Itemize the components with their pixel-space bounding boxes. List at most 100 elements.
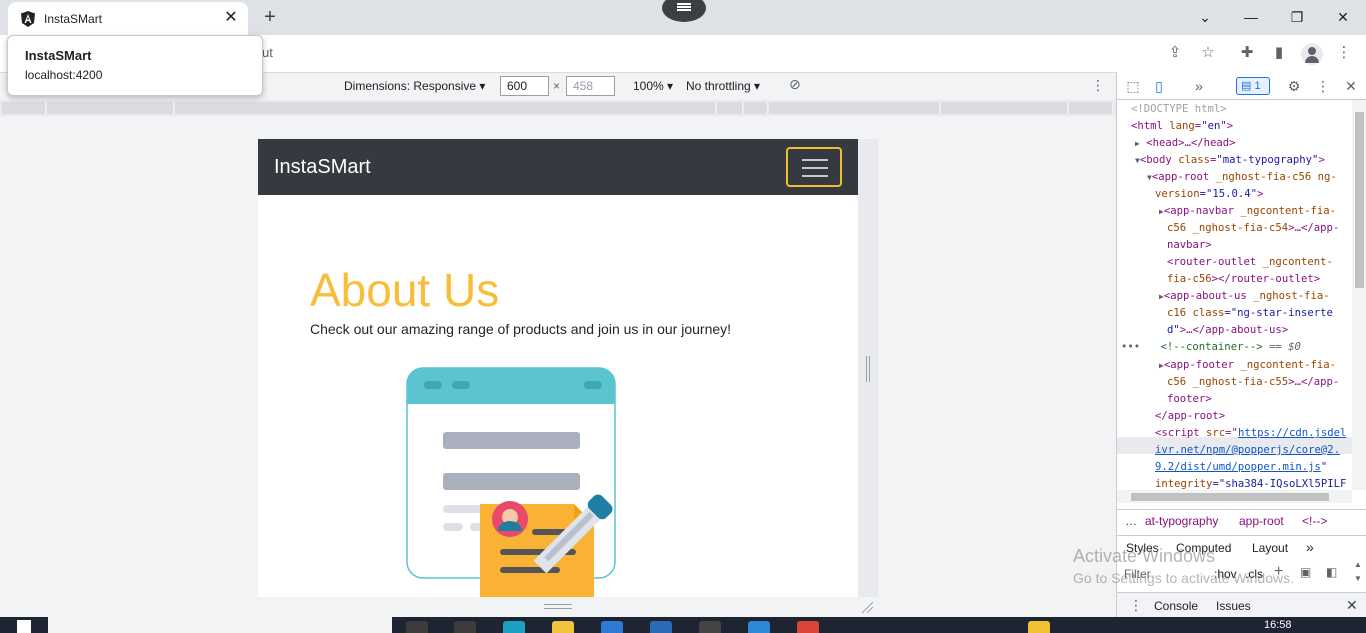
dom-doctype[interactable]: <!DOCTYPE html>: [1131, 101, 1227, 118]
angular-icon: [21, 11, 35, 27]
windows-start-icon[interactable]: [17, 620, 31, 633]
dom-app-root[interactable]: ▼<app-root _nghost-fia-c56 ng-: [1147, 169, 1337, 187]
profile-avatar[interactable]: [1301, 43, 1323, 65]
tab-layout[interactable]: Layout: [1252, 541, 1288, 555]
dom-script-link-end[interactable]: 9.2/dist/umd/popper.min.js": [1155, 459, 1327, 476]
dom-head[interactable]: ▶ <head>…</head>: [1135, 135, 1236, 153]
zoom-dropdown[interactable]: 100% ▾: [633, 79, 673, 93]
widgets-icon[interactable]: [454, 621, 476, 633]
rotate-icon[interactable]: ⊘: [789, 76, 801, 93]
dom-app-about-us[interactable]: ▶<app-about-us _nghost-fia-: [1159, 288, 1330, 306]
tab-close-icon[interactable]: ✕: [222, 9, 240, 27]
restore-icon[interactable]: ❐: [1286, 6, 1308, 28]
close-window-icon[interactable]: ✕: [1332, 6, 1354, 28]
new-tab-button[interactable]: +: [259, 6, 281, 28]
dom-script[interactable]: <script src="https://cdn.jsdel: [1155, 425, 1346, 442]
drawer-tab-issues[interactable]: Issues: [1216, 599, 1251, 613]
resize-corner-icon[interactable]: [860, 600, 874, 614]
dom-script-link[interactable]: ivr.net/npm/@popperjs/core@2.: [1155, 442, 1340, 459]
weather-icon[interactable]: [1028, 621, 1050, 633]
share-icon[interactable]: ⇪: [1165, 43, 1185, 63]
browser-tab[interactable]: InstaSMart ✕: [8, 2, 248, 35]
dom-body[interactable]: ▼<body class="mat-typography">: [1135, 152, 1325, 170]
devtools-panel: ⬚ ▯ » ▤ 1 ⚙ ⋮ ✕ <!DOCTYPE html> <html la…: [1116, 72, 1366, 617]
about-description: Check out our amazing range of products …: [310, 321, 732, 337]
menu-grip-icon[interactable]: [662, 0, 706, 22]
row-ellipsis-icon: •••: [1121, 341, 1141, 353]
hover-card-url: localhost:4200: [25, 68, 103, 82]
issues-badge[interactable]: ▤ 1: [1236, 77, 1270, 95]
element-state-icon[interactable]: ▣: [1300, 565, 1311, 579]
dom-app-root-close[interactable]: </app-root>: [1155, 408, 1225, 425]
sidebar-toggle-icon[interactable]: ◧: [1326, 565, 1337, 579]
drawer-menu-icon[interactable]: ⋮: [1129, 597, 1143, 614]
resize-handle-right[interactable]: [866, 356, 870, 382]
drawer-close-icon[interactable]: ✕: [1346, 597, 1358, 614]
omnibox[interactable]: ut: [262, 45, 273, 60]
drawer-tab-console[interactable]: Console: [1154, 599, 1198, 613]
resize-handle-bottom[interactable]: [544, 604, 572, 609]
issues-count: 1: [1254, 80, 1261, 92]
media-query-ruler[interactable]: [0, 100, 1116, 116]
breadcrumb-body[interactable]: at-typography: [1145, 514, 1218, 528]
dom-app-about-us-close: d">…</app-about-us>: [1167, 324, 1289, 336]
navbar-brand[interactable]: InstaSMart: [274, 156, 371, 179]
inspect-element-icon[interactable]: ⬚: [1124, 77, 1142, 95]
file-explorer-icon[interactable]: [552, 621, 574, 633]
dom-app-root-cont: version="15.0.4">: [1155, 188, 1264, 200]
devtools-close-icon[interactable]: ✕: [1342, 77, 1360, 95]
scroll-up-icon[interactable]: ▲: [1354, 560, 1362, 569]
width-input[interactable]: 600: [500, 76, 549, 96]
vscode-icon[interactable]: [748, 621, 770, 633]
breadcrumb-app-root[interactable]: app-root: [1239, 514, 1284, 528]
devtools-menu-icon[interactable]: ⋮: [1314, 77, 1332, 95]
dimensions-dropdown[interactable]: Dimensions: Responsive ▾: [344, 79, 485, 93]
store-icon[interactable]: [601, 621, 623, 633]
navbar-toggler-button[interactable]: [786, 147, 842, 187]
scroll-down-icon[interactable]: ▼: [1354, 574, 1362, 583]
extensions-icon[interactable]: ✚: [1237, 43, 1257, 63]
hamburger-line: [802, 159, 828, 161]
tab-search-icon[interactable]: ⌄: [1194, 6, 1216, 28]
browser-menu-icon[interactable]: ⋮: [1334, 43, 1354, 63]
chrome-icon[interactable]: [797, 621, 819, 633]
about-title: About Us: [310, 264, 500, 316]
mail-icon[interactable]: [650, 621, 672, 633]
settings-gear-icon[interactable]: ⚙: [1285, 77, 1303, 95]
taskbar-search-box[interactable]: [48, 617, 392, 633]
activation-watermark-title: Activate Windows: [1073, 546, 1216, 566]
zoom-value: 100%: [633, 79, 664, 93]
minimize-icon[interactable]: —: [1240, 6, 1262, 28]
breadcrumb-overflow[interactable]: …: [1125, 514, 1137, 528]
bookmark-star-icon[interactable]: ☆: [1198, 43, 1218, 63]
device-toolbar-menu-icon[interactable]: ⋮: [1091, 77, 1105, 94]
dom-horizontal-scroll-thumb[interactable]: [1131, 493, 1329, 501]
hamburger-line: [802, 175, 828, 177]
dom-app-navbar[interactable]: ▶<app-navbar _ngcontent-fia-: [1159, 203, 1336, 221]
activation-watermark-text: Go to Settings to activate Windows.: [1073, 570, 1294, 586]
dom-app-navbar-close: navbar>: [1167, 239, 1212, 251]
dom-vertical-scroll-thumb[interactable]: [1355, 112, 1364, 288]
breadcrumb-comment[interactable]: <!-->: [1302, 514, 1327, 528]
device-toggle-icon[interactable]: ▯: [1150, 77, 1168, 95]
dom-app-footer[interactable]: ▶<app-footer _ngcontent-fia-: [1159, 357, 1336, 375]
taskbar-clock[interactable]: 16:58: [1264, 619, 1292, 631]
hamburger-line: [802, 167, 828, 169]
dimensions-label: Dimensions: Responsive: [344, 79, 477, 93]
site-navbar: InstaSMart: [258, 139, 858, 195]
dom-router-outlet[interactable]: <router-outlet _ngcontent-: [1167, 254, 1333, 271]
more-style-tabs-icon[interactable]: »: [1306, 539, 1314, 555]
task-view-icon[interactable]: [406, 621, 428, 633]
side-panel-icon[interactable]: ▮: [1269, 43, 1289, 63]
hover-card-title: InstaSMart: [25, 48, 92, 63]
tab-hover-card: InstaSMart localhost:4200: [7, 35, 263, 96]
dom-selected-comment[interactable]: ••• <!--container--> == $0: [1121, 339, 1301, 356]
elements-dom-tree[interactable]: <!DOCTYPE html> <html lang="en"> ▶ <head…: [1117, 100, 1352, 490]
height-input[interactable]: 458: [566, 76, 615, 96]
terminal-icon[interactable]: [699, 621, 721, 633]
edge-icon[interactable]: [503, 621, 525, 633]
throttling-dropdown[interactable]: No throttling ▾: [686, 79, 760, 93]
more-tabs-icon[interactable]: »: [1190, 77, 1208, 95]
dom-html[interactable]: <html lang="en">: [1131, 118, 1233, 135]
dom-script-integrity: integrity="sha384-IQsoLXl5PILF: [1155, 478, 1347, 490]
